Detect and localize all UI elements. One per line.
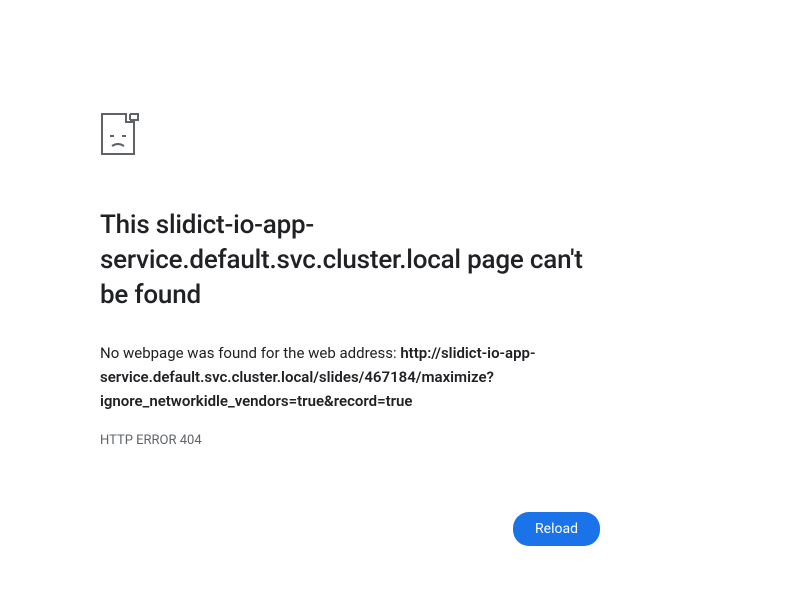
heading-prefix: This [100, 210, 156, 240]
http-error-code: HTTP ERROR 404 [100, 433, 600, 448]
reload-button[interactable]: Reload [513, 512, 600, 546]
error-icon-wrapper [100, 112, 600, 160]
button-row: Reload [100, 512, 600, 546]
error-description: No webpage was found for the web address… [100, 341, 600, 413]
error-heading: This slidict-io-app-service.default.svc.… [100, 208, 600, 313]
sad-document-icon [100, 112, 140, 156]
error-page-container: This slidict-io-app-service.default.svc.… [0, 0, 700, 546]
description-prefix: No webpage was found for the web address… [100, 344, 400, 362]
